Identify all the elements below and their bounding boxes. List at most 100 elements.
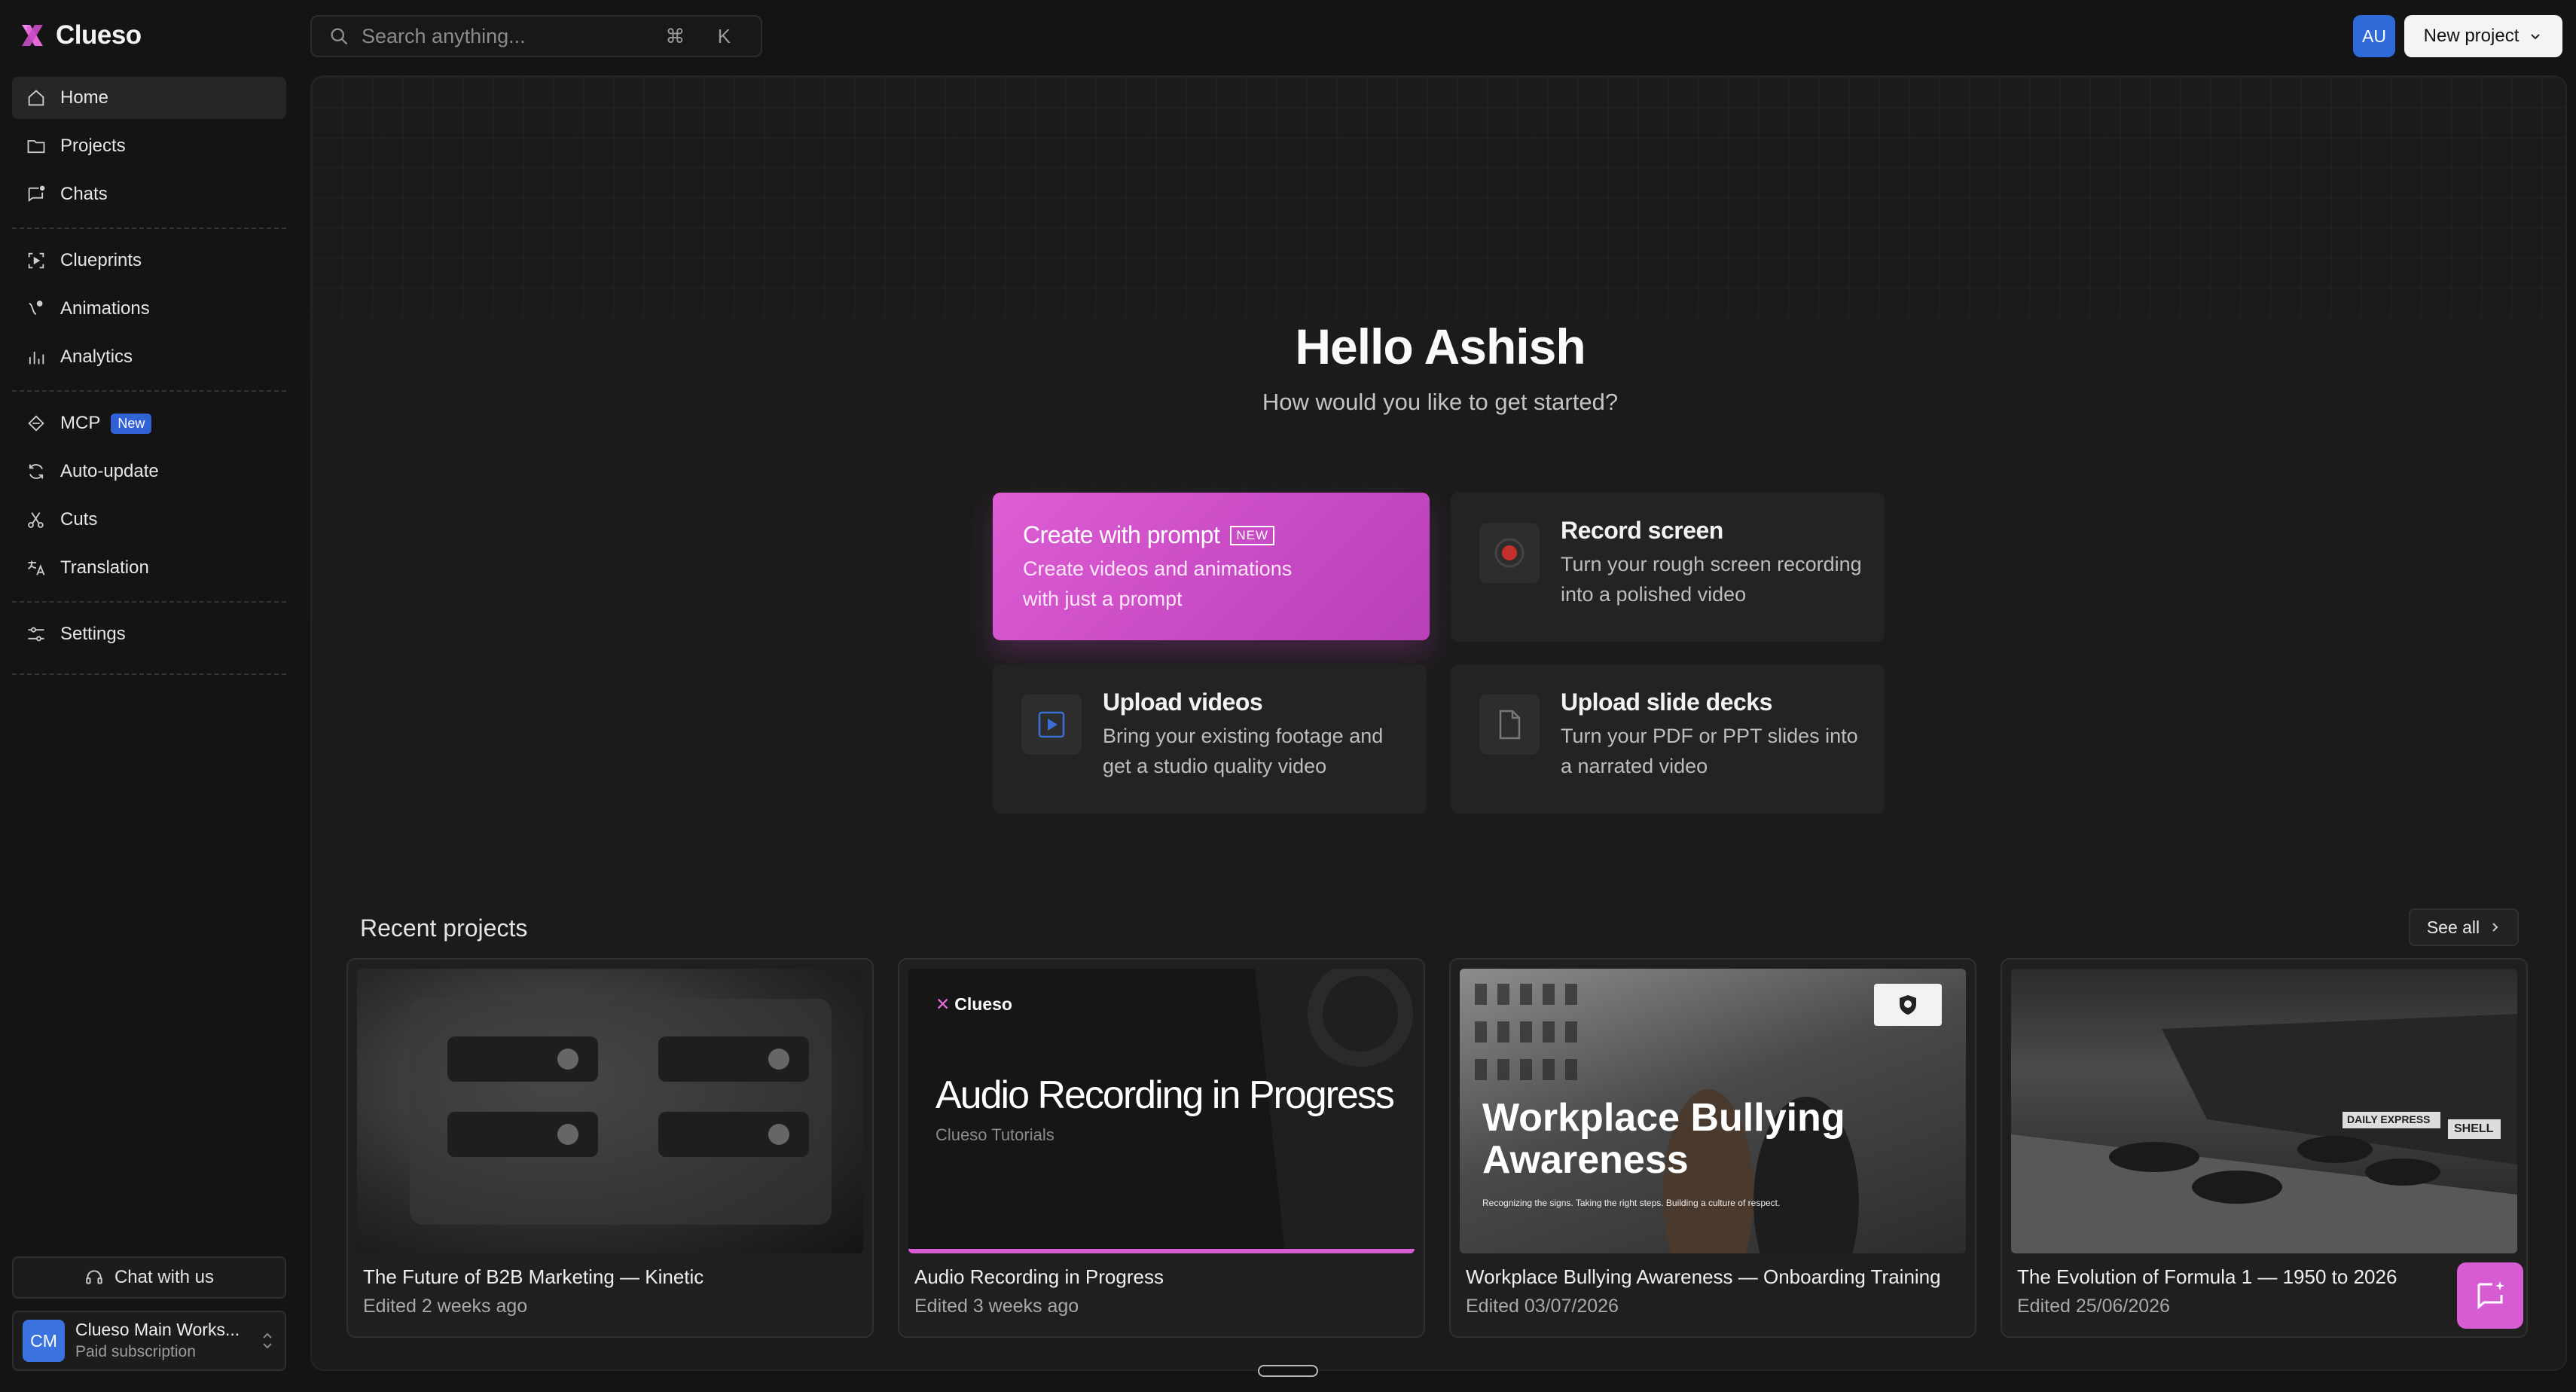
upload-videos-card[interactable]: Upload videos Bring your existing footag… (993, 664, 1427, 814)
sidebar-item-clueprints[interactable]: Clueprints (12, 240, 286, 282)
project-thumbnail: ✕ Clueso Audio Recording in Progress Clue… (908, 969, 1415, 1253)
main-panel: Hello Ashish How would you like to get s… (310, 75, 2567, 1371)
sidebar-divider (12, 227, 286, 229)
thumb-brand: ✕ Clueso (935, 994, 1012, 1014)
folder-icon (27, 140, 45, 154)
card-title: Create with prompt (1023, 521, 1220, 548)
search-icon (331, 28, 348, 45)
headset-icon (86, 1270, 102, 1284)
project-thumbnail (357, 969, 863, 1253)
sidebar-item-home[interactable]: Home (12, 77, 286, 119)
chevron-updown-icon (263, 1332, 272, 1349)
project-edited: Edited 3 weeks ago (914, 1296, 1079, 1317)
recent-projects-heading: Recent projects (360, 914, 528, 942)
sparkle-chat-icon (2477, 1281, 2504, 1310)
search-input[interactable] (362, 24, 654, 48)
animation-icon (29, 301, 43, 315)
chat-with-us-button[interactable]: Chat with us (12, 1256, 286, 1299)
sidebar-item-label: Translation (60, 557, 149, 578)
sidebar-item-chats[interactable]: Chats (12, 173, 286, 215)
card-description: Turn your PDF or PPT slides into a narra… (1561, 725, 1858, 777)
project-thumbnail: Workplace Bullying Awareness Recognizing… (1460, 969, 1966, 1253)
sidebar-item-cuts[interactable]: Cuts (12, 499, 286, 541)
card-description: Turn your rough screen recording into a … (1561, 553, 1862, 606)
project-card[interactable]: DAILY EXPRESS SHELL The Evolution of For… (2001, 958, 2528, 1338)
ai-chat-button[interactable] (2457, 1262, 2523, 1329)
sidebar-item-label: MCP (60, 413, 101, 433)
new-project-button[interactable]: New project (2404, 15, 2562, 57)
project-name: Audio Recording in Progress (914, 1265, 1164, 1288)
new-project-label: New project (2423, 26, 2520, 46)
sidebar-item-label: Animations (60, 298, 150, 319)
project-edited: Edited 03/07/2026 (1466, 1296, 1619, 1317)
new-tag: NEW (1230, 525, 1274, 545)
project-name: The Future of B2B Marketing — Kinetic (363, 1265, 704, 1288)
sidebar-item-label: Clueprints (60, 250, 142, 270)
thumb-subtitle: Clueso Tutorials (935, 1125, 1055, 1144)
thumb-title: Workplace Bullying Awareness (1482, 1096, 1845, 1182)
card-description: Create videos and animations with just a… (1023, 557, 1293, 610)
workspace-name: Clueso Main Works... (75, 1320, 240, 1340)
scissors-icon (28, 512, 44, 528)
sidebar-item-label: Projects (60, 136, 126, 156)
clueprint-icon (28, 252, 44, 269)
sidebar-item-translation[interactable]: Translation (12, 547, 286, 589)
thumb-subtitle: Recognizing the signs. Taking the right … (1482, 1198, 1781, 1208)
mcp-icon (28, 415, 44, 432)
analytics-icon (29, 352, 44, 365)
greeting-subtitle: How would you like to get started? (1262, 389, 1619, 415)
card-title: Record screen (1561, 517, 1723, 544)
sidebar-item-label: Auto-update (60, 461, 159, 481)
card-title: Upload slide decks (1561, 688, 1772, 716)
app-window: Clueso ⌘ K AU New project Home Projects … (0, 0, 2576, 1392)
sidebar-divider (12, 601, 286, 603)
brand-logo[interactable]: Clueso (20, 17, 142, 54)
thumb-title: Audio Recording in Progress (935, 1073, 1395, 1117)
sidebar-item-label: Settings (60, 624, 126, 644)
sidebar-divider (12, 390, 286, 392)
shield-icon (1874, 984, 1942, 1026)
card-title: Upload videos (1103, 688, 1263, 716)
sidebar-item-animations[interactable]: Animations (12, 288, 286, 330)
project-card[interactable]: The Future of B2B Marketing — Kinetic Ed… (346, 958, 874, 1338)
user-avatar[interactable]: AU (2353, 15, 2395, 57)
workspace-avatar: CM (23, 1320, 65, 1362)
search-shortcut: ⌘ K (665, 24, 744, 47)
translate-icon (28, 560, 45, 575)
workspace-plan: Paid subscription (75, 1343, 196, 1361)
create-with-prompt-card[interactable]: Create with prompt NEW Create videos and… (993, 493, 1430, 640)
record-screen-card[interactable]: Record screen Turn your rough screen rec… (1451, 493, 1885, 642)
project-card[interactable]: ✕ Clueso Audio Recording in Progress Clue… (898, 958, 1425, 1338)
project-thumbnail: DAILY EXPRESS SHELL (2011, 969, 2517, 1253)
chat-icon (28, 185, 45, 203)
sidebar-item-label: Analytics (60, 346, 133, 367)
project-card[interactable]: Workplace Bullying Awareness Recognizing… (1449, 958, 1976, 1338)
search-bar[interactable]: ⌘ K (310, 15, 762, 57)
thumb-sign: SHELL (2454, 1122, 2494, 1135)
upload-slide-decks-card[interactable]: Upload slide decks Turn your PDF or PPT … (1451, 664, 1885, 814)
play-icon (1021, 694, 1082, 755)
sidebar-item-projects[interactable]: Projects (12, 125, 286, 167)
document-icon (1479, 694, 1540, 755)
see-all-button[interactable]: See all (2409, 908, 2519, 946)
clueso-logo-icon (22, 25, 43, 46)
sidebar-item-mcp[interactable]: MCP New (12, 402, 286, 444)
sidebar-item-label: Home (60, 87, 109, 108)
project-edited: Edited 2 weeks ago (363, 1296, 528, 1317)
sidebar-divider (12, 673, 286, 675)
project-edited: Edited 25/06/2026 (2017, 1296, 2170, 1317)
greeting: Hello Ashish (1295, 319, 1586, 374)
sidebar-item-analytics[interactable]: Analytics (12, 336, 286, 378)
home-icon (28, 90, 44, 106)
sidebar: Home Projects Chats Clueprints Animation… (0, 72, 294, 1392)
chevron-right-icon (2492, 923, 2498, 932)
scroll-handle[interactable] (1258, 1365, 1318, 1377)
refresh-icon (29, 464, 44, 479)
workspace-switcher[interactable]: CM Clueso Main Works... Paid subscriptio… (12, 1311, 286, 1371)
card-description: Bring your existing footage and get a st… (1103, 725, 1384, 777)
sidebar-item-auto-update[interactable]: Auto-update (12, 450, 286, 493)
record-icon (1479, 523, 1540, 583)
sidebar-item-settings[interactable]: Settings (12, 613, 286, 655)
chevron-down-icon (2531, 34, 2541, 40)
thumb-sign: DAILY EXPRESS (2347, 1113, 2431, 1125)
